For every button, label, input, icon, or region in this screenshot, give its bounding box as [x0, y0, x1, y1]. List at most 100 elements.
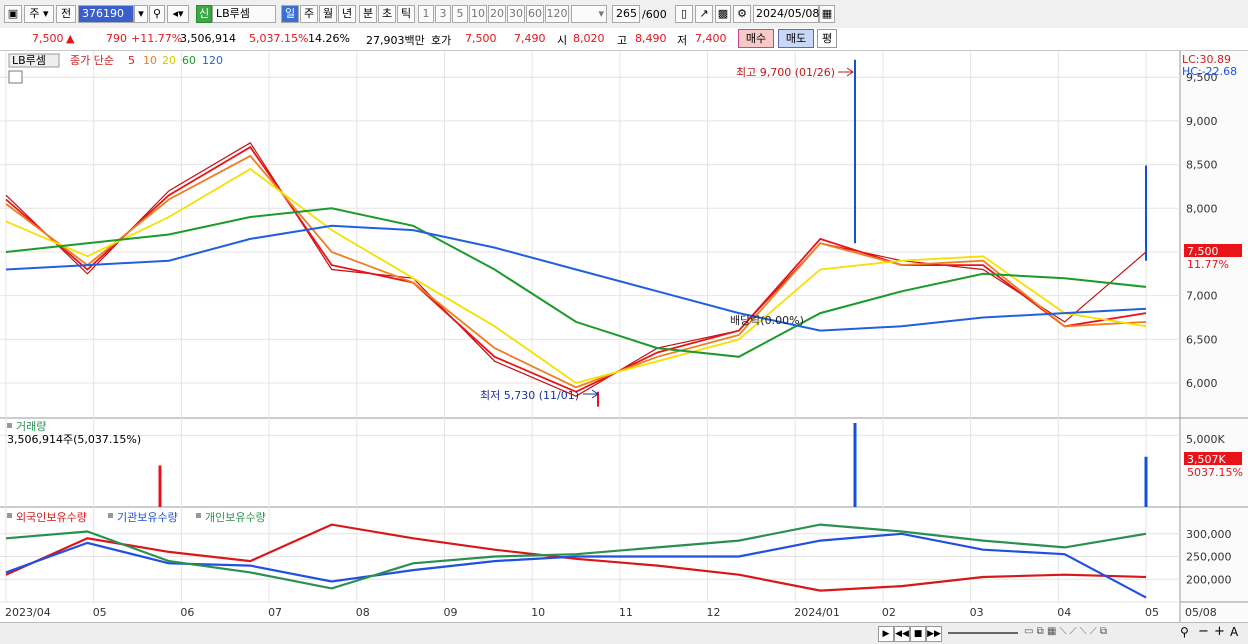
volume-title: 거래량 [16, 420, 46, 433]
period-minute-button[interactable]: 분 [359, 5, 377, 23]
minute-10-button[interactable]: 10 [469, 5, 487, 23]
low-annotation: 최저 5,730 (11/01) [480, 389, 579, 402]
high-annotation: 최고 9,700 (01/26) [736, 66, 835, 79]
ma-label: 종가 단순 [70, 54, 114, 67]
turnover-rate: 14.26% [308, 32, 350, 45]
toolbar: ▣ 주 ▾ 전 376190 ▾ ⚲ ◂▾ 신 LB루셈 일 주 월 년 분 초… [0, 0, 1248, 29]
sell-button[interactable]: 매도 [778, 29, 814, 48]
volume-value: 3,506,914 [180, 32, 236, 45]
sound-icon[interactable]: ◂▾ [167, 5, 189, 23]
candle-icon[interactable]: ▯ [675, 5, 693, 23]
stock-name-field[interactable]: LB루셈 [212, 5, 276, 23]
x-tick-label: 03 [970, 606, 984, 619]
high-price: 8,490 [635, 32, 667, 45]
zoom-in-icon[interactable]: + [1214, 624, 1225, 639]
ask-price: 7,500 [465, 32, 497, 45]
price-tick-label: 6,000 [1186, 377, 1218, 390]
x-tick-label: 09 [443, 606, 457, 619]
ma10-label: 10 [143, 54, 157, 67]
change-percent: +11.77% [131, 32, 183, 45]
x-tick-label: 2023/04 [5, 606, 51, 619]
volume-current-text: 3,507K [1187, 453, 1226, 466]
minute-120-button[interactable]: 120 [545, 5, 569, 23]
prev-button[interactable]: 전 [56, 5, 76, 23]
quote-bar: 7,500 ▲ 790 +11.77% 3,506,914 5,037.15% … [0, 28, 1248, 51]
gear-icon[interactable]: ⚙ [733, 5, 751, 23]
stop-icon[interactable]: ■ [910, 626, 926, 642]
minute-20-button[interactable]: 20 [488, 5, 506, 23]
period-year-button[interactable]: 년 [338, 5, 356, 23]
volume-tick: 5,000K [1186, 433, 1225, 446]
x-tick-label: 05 [1145, 606, 1159, 619]
forward-icon[interactable]: ▶▶ [926, 626, 942, 642]
trade-amount: 27,903백만 [366, 34, 425, 47]
x-tick-label: 2024/01 [794, 606, 840, 619]
zoom-out-icon[interactable]: − [1198, 624, 1209, 639]
open-label: 시 [557, 34, 568, 47]
minute-60-button[interactable]: 60 [526, 5, 544, 23]
volume-bar [853, 423, 857, 507]
volume-percent: 5,037.15% [249, 32, 309, 45]
ma20-label: 20 [162, 54, 176, 67]
up-arrow-icon: ▲ [66, 32, 75, 45]
x-tick-label: 02 [882, 606, 896, 619]
volume-value-label: 3,506,914주(5,037.15%) [7, 433, 141, 446]
holding-marker-icon [7, 513, 12, 518]
rewind-icon[interactable]: ◀◀ [894, 626, 910, 642]
price-series-60 [5, 207, 1147, 358]
name-tag: LB루셈 [12, 54, 46, 67]
volume-marker-icon [7, 423, 12, 428]
minute-30-button[interactable]: 30 [507, 5, 525, 23]
zoom-icon[interactable]: ⚲ [1180, 625, 1189, 639]
table-icon[interactable] [8, 70, 23, 84]
low-price: 7,400 [695, 32, 727, 45]
save-icon[interactable]: ▩ [715, 5, 731, 23]
calendar-icon[interactable]: ▦ [819, 5, 835, 23]
font-size-icon[interactable]: A [1230, 625, 1238, 639]
x-tick-label: 06 [180, 606, 194, 619]
current-pct-label: 11.77% [1187, 258, 1229, 271]
dividend-annotation: 배당락(0.00%) [730, 314, 804, 327]
holding-tick-label: 300,000 [1186, 528, 1232, 541]
eval-button[interactable]: 평 [817, 29, 837, 48]
search-icon[interactable]: ⚲ [149, 5, 165, 23]
price-series-120 [5, 224, 1147, 332]
market-label: 주 [29, 7, 40, 20]
market-select[interactable]: 주 ▾ [24, 5, 54, 23]
date-input[interactable]: 2024/05/08 [753, 5, 819, 23]
drawing-tools[interactable]: ▭ ⧉ ▦ ⟍ ⟋ ⟍ ⟋ ⧉ [1024, 626, 1144, 640]
scroll-right-icon[interactable]: ▶ [878, 626, 894, 642]
ma5-label: 5 [128, 54, 135, 67]
period-month-button[interactable]: 월 [319, 5, 337, 23]
line-tool-icon[interactable]: ↗ [695, 5, 713, 23]
minute-5-button[interactable]: 5 [452, 5, 468, 23]
volume-current-pct: 5037.15% [1187, 466, 1243, 479]
period-day-button[interactable]: 일 [281, 5, 299, 23]
bid-price: 7,490 [514, 32, 546, 45]
x-tick-label: 12 [707, 606, 721, 619]
minute-3-button[interactable]: 3 [435, 5, 451, 23]
price-tick-label: 6,500 [1186, 333, 1218, 346]
open-price: 8,020 [573, 32, 605, 45]
bottom-toolbar: ▶ ◀◀ ■ ▶▶ ▭ ⧉ ▦ ⟍ ⟋ ⟍ ⟋ ⧉ ⚲ − + A [0, 622, 1248, 644]
buy-button[interactable]: 매수 [738, 29, 774, 48]
count-input[interactable]: 265 [612, 5, 640, 23]
code-input[interactable]: 376190 [78, 5, 134, 23]
high-arrow-icon [838, 67, 854, 77]
layout-icon[interactable]: ▣ [4, 5, 22, 23]
price-tick-label: 8,000 [1186, 202, 1218, 215]
x-tick-label: 11 [619, 606, 633, 619]
chart-canvas[interactable]: 6,0006,5007,0007,5008,0008,5009,0009,500… [0, 51, 1248, 626]
period-week-button[interactable]: 주 [300, 5, 318, 23]
holding-series-1 [5, 532, 1147, 599]
period-tick-button[interactable]: 틱 [397, 5, 415, 23]
minute-1-button[interactable]: 1 [418, 5, 434, 23]
zoom-slider[interactable] [948, 632, 1018, 634]
change-value: 790 [106, 32, 127, 45]
holding-tick-label: 250,000 [1186, 551, 1232, 564]
period-second-button[interactable]: 초 [378, 5, 396, 23]
count-total: /600 [642, 8, 667, 21]
custom-period-select[interactable]: ▾ [571, 5, 607, 23]
code-dropdown-icon[interactable]: ▾ [134, 5, 148, 23]
x-tick-label: 05/08 [1185, 606, 1217, 619]
